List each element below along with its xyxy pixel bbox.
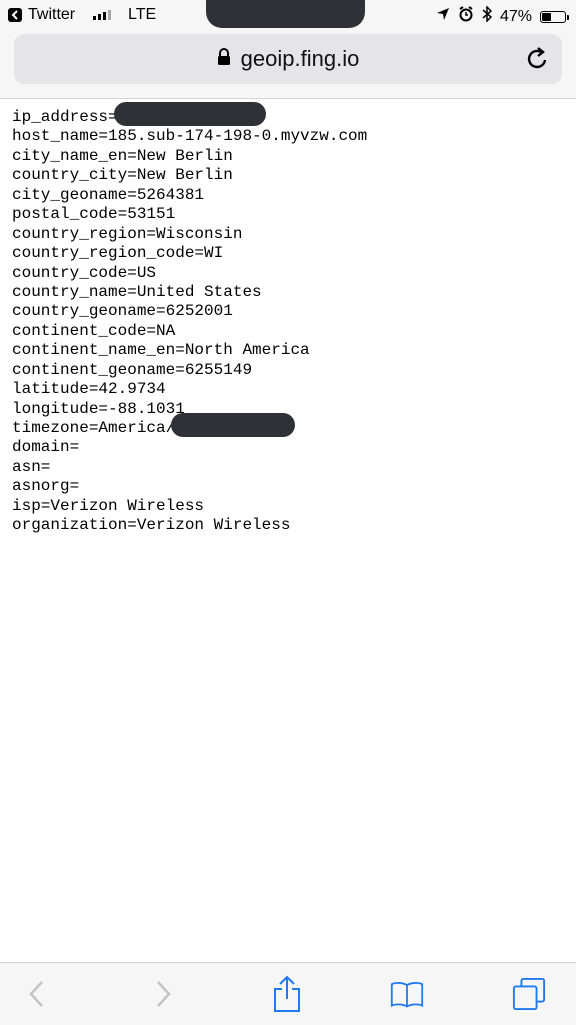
geoip-line: continent_geoname=6255149 [12,361,572,380]
geoip-line: latitude=42.9734 [12,380,572,399]
alarm-icon [458,6,474,27]
geoip-line-text: ip_address= [12,108,118,127]
location-arrow-icon [436,7,450,26]
geoip-line: domain= [12,438,572,457]
geoip-line-text: organization=Verizon Wireless [12,516,291,535]
geoip-line-text: asnorg= [12,477,80,496]
share-icon[interactable] [270,975,304,1012]
geoip-line-text: continent_code=NA [12,321,176,340]
geoip-line: host_name=185.sub-174-198-0.myvzw.com [12,127,572,146]
geoip-line: continent_code=NA [12,322,572,341]
geoip-output: ip_address= host_name=185.sub-174-198-0.m… [12,102,572,536]
geoip-line-text: latitude=42.9734 [12,380,166,399]
battery-icon [540,10,569,23]
geoip-line-text: country_geoname=6252001 [12,302,233,321]
geoip-line-text: timezone=America/ [12,419,176,438]
geoip-line-text: asn= [12,457,51,476]
geoip-line: asnorg= [12,477,572,496]
geoip-line: organization=Verizon Wireless [12,516,572,535]
geoip-line-text: isp=Verizon Wireless [12,496,205,515]
back-chevron-icon [8,8,22,22]
geoip-line: postal_code=53151 [12,205,572,224]
geoip-line-text: city_geoname=5264381 [12,185,205,204]
bluetooth-icon [482,5,493,27]
redaction-mark [171,413,296,437]
geoip-line: isp=Verizon Wireless [12,497,572,516]
geoip-line: country_geoname=6252001 [12,302,572,321]
url-domain: geoip.fing.io [240,46,360,71]
geoip-line: ip_address= [12,102,572,127]
geoip-line-text: continent_name_en=North America [12,341,310,360]
browser-toolbar [0,962,576,1025]
geoip-line: country_city=New Berlin [12,166,572,185]
status-bar: Twitter LTE 47% [0,0,576,30]
reload-icon[interactable] [524,46,550,72]
geoip-line-text: country_city=New Berlin [12,166,233,185]
geoip-line-text: country_region_code=WI [12,244,224,263]
forward-icon[interactable] [146,977,180,1011]
signal-strength-icon [93,10,111,20]
geoip-line-text: domain= [12,438,80,457]
geoip-line-text: country_name=United States [12,282,262,301]
back-icon[interactable] [20,977,54,1011]
geoip-line: city_name_en=New Berlin [12,147,572,166]
geoip-line-text: longitude=-88.1031 [12,399,185,418]
geoip-line: timezone=America/ [12,413,572,438]
address-bar[interactable]: geoip.fing.io [14,34,562,84]
back-app-label: Twitter [28,6,76,23]
geoip-line: city_geoname=5264381 [12,186,572,205]
geoip-line-text: continent_geoname=6255149 [12,360,253,379]
geoip-line: country_name=United States [12,283,572,302]
back-to-app[interactable]: Twitter [8,6,75,24]
battery-percent: 47% [499,7,532,25]
bookmarks-icon[interactable] [390,977,424,1011]
geoip-line-text: city_name_en=New Berlin [12,146,233,165]
geoip-line-text: country_code=US [12,263,157,282]
geoip-line-text: country_region=Wisconsin [12,224,243,243]
geoip-line-text: postal_code=53151 [12,205,176,224]
geoip-line-text: host_name=185.sub-174-198-0.myvzw.com [12,127,368,146]
redaction-mark [113,102,266,126]
redacted-notch [206,0,365,28]
status-right: 47% [436,5,569,27]
carrier-label: LTE [128,6,157,23]
tabs-icon[interactable] [512,977,546,1011]
geoip-line: asn= [12,458,572,477]
lock-icon [217,46,231,72]
browser-chrome: Twitter LTE 47% geoip.fing.io [0,0,576,99]
geoip-line: country_region_code=WI [12,244,572,263]
geoip-line: country_code=US [12,264,572,283]
geoip-line: continent_name_en=North America [12,341,572,360]
geoip-line: country_region=Wisconsin [12,225,572,244]
